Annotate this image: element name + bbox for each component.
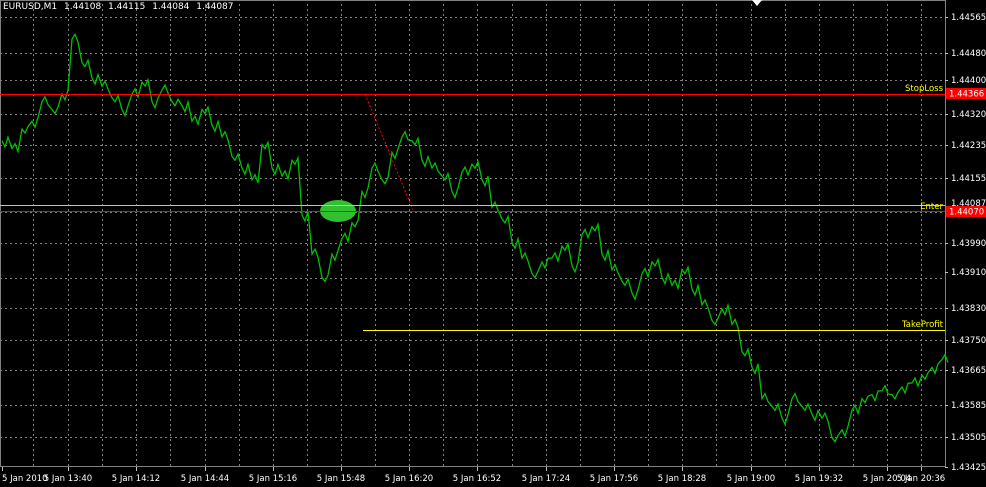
time-tick-label: 5 Jan 13:40 (44, 474, 92, 484)
price-tick-label: 1.44400 (951, 76, 986, 86)
close-value: 1.44087 (196, 2, 234, 12)
trend-line[interactable] (364, 93, 414, 211)
price-series-line (1, 32, 949, 443)
time-tick-label: 5 Jan 19:32 (795, 474, 843, 484)
enter-label: Enter (920, 202, 943, 212)
low-value: 1.44084 (152, 2, 190, 12)
chart-shift-marker-icon[interactable] (752, 0, 762, 6)
open-value: 1.44108 (64, 2, 102, 12)
chart-header: EURUSD,M1 1.44108 1.44115 1.44084 1.4408… (3, 2, 238, 12)
price-tick-label: 1.43665 (951, 366, 986, 376)
price-tick-label: 1.44155 (951, 174, 986, 184)
stoploss-price-label: 1.44366 (949, 90, 984, 100)
time-tick-label: 5 Jan 2010 (2, 474, 48, 484)
time-tick-label: 5 Jan 17:24 (522, 474, 570, 484)
time-tick-label: 5 Jan 15:48 (317, 474, 365, 484)
price-tick-label: 1.44235 (951, 141, 986, 151)
time-tick-label: 5 Jan 16:52 (453, 474, 501, 484)
price-tick-label: 1.43505 (951, 433, 986, 443)
time-tick-label: 5 Jan 16:20 (385, 474, 433, 484)
time-tick-label: 5 Jan 15:16 (249, 474, 297, 484)
price-tick-label: 1.43910 (951, 268, 986, 278)
chart-window[interactable]: 1.44565 1.44480 1.44400 1.44320 1.44235 1.441… (0, 0, 986, 487)
price-tick-label: 1.43585 (951, 401, 986, 411)
time-tick-label: 5 Jan 18:28 (658, 474, 706, 484)
time-tick-label: 5 Jan 19:00 (727, 474, 775, 484)
takeprofit-label: TakeProfit (901, 320, 944, 330)
time-tick-label: 5 Jan 20:36 (897, 474, 945, 484)
symbol-label: EURUSD,M1 (3, 2, 58, 12)
price-chart[interactable]: 1.44565 1.44480 1.44400 1.44320 1.44235 1.441… (0, 0, 986, 487)
price-tick-label: 1.43990 (951, 239, 986, 249)
price-tick-label: 1.43830 (951, 304, 986, 314)
price-tick-label: 1.43750 (951, 336, 986, 346)
enter-price-label: 1.44070 (949, 208, 984, 218)
price-tick-label: 1.43425 (951, 463, 986, 473)
time-tick-label: 5 Jan 14:12 (112, 474, 160, 484)
time-tick-label: 5 Jan 17:56 (590, 474, 638, 484)
price-tick-label: 1.44565 (951, 13, 986, 23)
price-tick-label: 1.44480 (951, 49, 986, 59)
high-value: 1.44115 (108, 2, 146, 12)
time-tick-label: 5 Jan 14:44 (181, 474, 229, 484)
price-tick-label: 1.44320 (951, 110, 986, 120)
chart-frame (0, 0, 946, 467)
stoploss-label: StopLoss (905, 84, 944, 94)
